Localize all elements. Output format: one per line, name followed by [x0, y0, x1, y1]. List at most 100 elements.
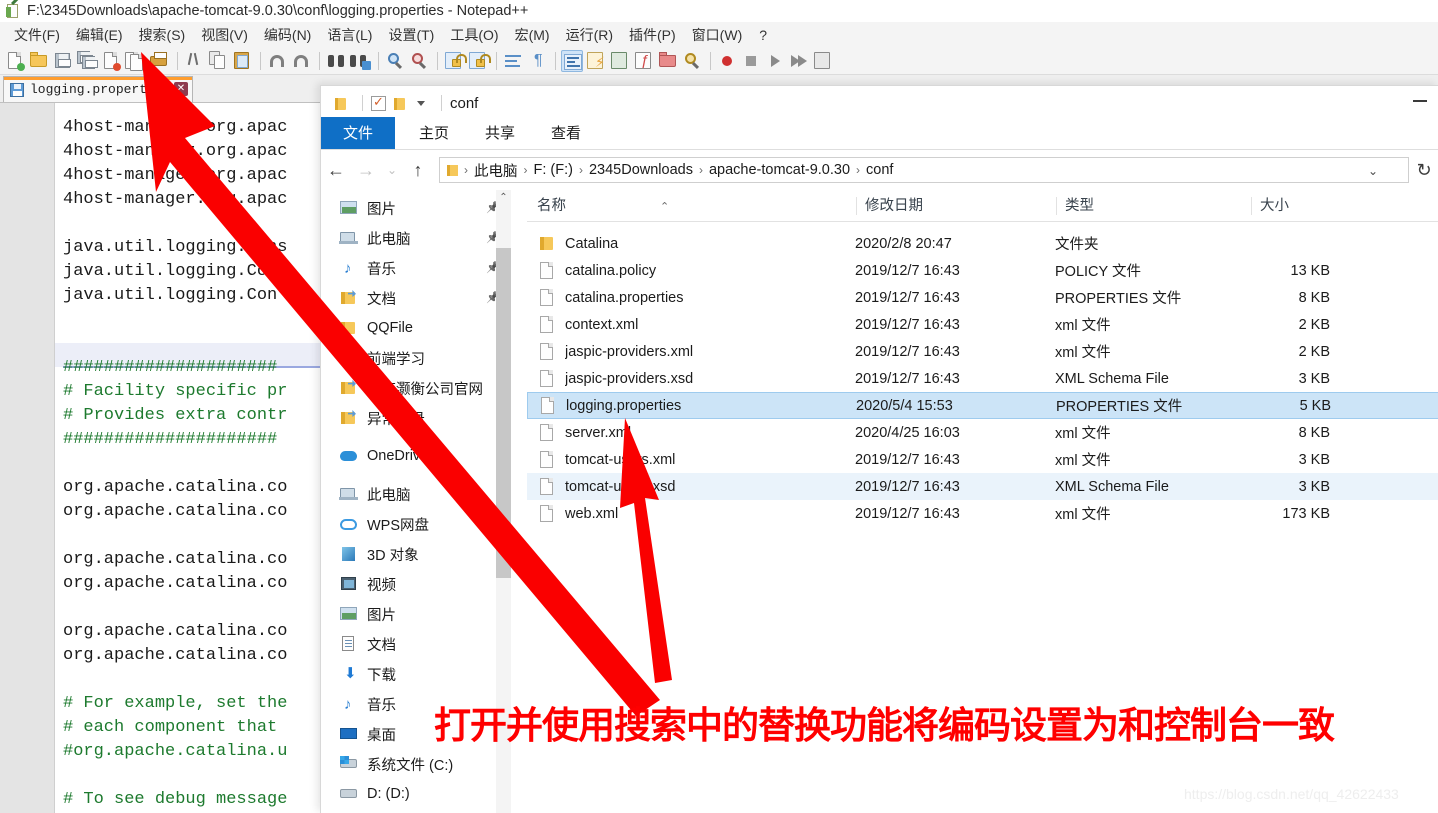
code-line[interactable]: org.apache.catalina.co	[63, 572, 287, 596]
code-line[interactable]: 4host-manager.org.apac	[63, 164, 287, 188]
sync-scroll-horizontal-icon[interactable]	[467, 50, 489, 72]
back-button[interactable]: ←	[321, 155, 351, 185]
checkbox-icon[interactable]	[371, 96, 386, 111]
ribbon-tab-home[interactable]: 主页	[401, 118, 467, 149]
sidebar-item-15[interactable]: ⬇下载	[321, 659, 511, 689]
show-all-chars-icon[interactable]	[561, 50, 583, 72]
folder-icon[interactable]	[333, 96, 348, 111]
breadcrumb-2345downloads[interactable]: 2345Downloads	[585, 162, 697, 178]
column-header-name[interactable]: 名称 ⌃	[527, 190, 857, 222]
close-file-icon[interactable]	[100, 50, 122, 72]
menu-tools[interactable]: 工具(O)	[442, 23, 506, 47]
show-pilcrow-icon[interactable]: ¶	[526, 50, 548, 72]
document-map-icon[interactable]	[609, 50, 631, 72]
menu-language[interactable]: 语言(L)	[319, 23, 380, 47]
menu-encoding[interactable]: 编码(N)	[256, 23, 319, 47]
menu-settings[interactable]: 设置(T)	[380, 23, 442, 47]
breadcrumb-drive-f[interactable]: F: (F:)	[530, 162, 577, 178]
code-line[interactable]: # Provides extra contr	[63, 404, 287, 428]
macro-stop-icon[interactable]	[740, 50, 762, 72]
user-defined-language-icon[interactable]: ⚡	[585, 50, 607, 72]
sync-scroll-vertical-icon[interactable]	[443, 50, 465, 72]
sidebar-item-0[interactable]: 图片📌	[321, 193, 511, 223]
code-line[interactable]: # For example, set the	[63, 692, 287, 716]
code-line[interactable]: org.apache.catalina.co	[63, 548, 287, 572]
menu-plugins[interactable]: 插件(P)	[621, 23, 684, 47]
recent-locations-button[interactable]: ⌄	[381, 155, 403, 185]
chevron-down-icon[interactable]	[417, 101, 425, 106]
table-row[interactable]: catalina.policy2019/12/7 16:43POLICY 文件1…	[527, 257, 1438, 284]
cut-icon[interactable]	[183, 50, 205, 72]
paste-icon[interactable]	[231, 50, 253, 72]
table-row[interactable]: context.xml2019/12/7 16:43xml 文件2 KB	[527, 311, 1438, 338]
column-header-date[interactable]: 修改日期	[857, 190, 1057, 222]
monitoring-icon[interactable]	[681, 50, 703, 72]
document-tab-logging-properties[interactable]: logging.propertie ✕	[3, 76, 193, 102]
breadcrumb-apache-tomcat[interactable]: apache-tomcat-9.0.30	[705, 162, 854, 178]
breadcrumb-conf[interactable]: conf	[862, 162, 897, 178]
code-line[interactable]: 4host-manager.org.apac	[63, 140, 287, 164]
code-line[interactable]: java.util.logging.Cons	[63, 236, 287, 260]
address-input[interactable]: › 此电脑 › F: (F:) › 2345Downloads › apache…	[439, 157, 1409, 183]
macro-save-icon[interactable]	[812, 50, 834, 72]
new-file-icon[interactable]	[4, 50, 26, 72]
menu-file[interactable]: 文件(F)	[6, 23, 68, 47]
close-all-icon[interactable]	[124, 50, 146, 72]
code-line[interactable]: # To see debug message	[63, 788, 287, 812]
scrollbar-thumb[interactable]	[496, 248, 511, 578]
refresh-icon[interactable]: ↻	[1409, 155, 1438, 185]
word-wrap-icon[interactable]	[502, 50, 524, 72]
zoom-in-icon[interactable]	[384, 50, 406, 72]
up-button[interactable]: ↑	[403, 155, 433, 185]
zoom-out-icon[interactable]	[408, 50, 430, 72]
menu-macro[interactable]: 宏(M)	[507, 23, 558, 47]
breadcrumb-this-pc[interactable]: 此电脑	[470, 160, 522, 181]
code-line[interactable]: org.apache.catalina.co	[63, 476, 287, 500]
sidebar-item-13[interactable]: 图片	[321, 599, 511, 629]
table-row[interactable]: jaspic-providers.xsd2019/12/7 16:43XML S…	[527, 365, 1438, 392]
sidebar-item-9[interactable]: 此电脑	[321, 479, 511, 509]
copy-icon[interactable]	[207, 50, 229, 72]
scroll-up-icon[interactable]: ⌃	[496, 190, 511, 206]
sidebar-item-14[interactable]: 文档	[321, 629, 511, 659]
sidebar-item-10[interactable]: WPS网盘	[321, 509, 511, 539]
code-line[interactable]: # Facility specific pr	[63, 380, 287, 404]
code-line[interactable]: java.util.logging.Con	[63, 284, 277, 308]
sidebar-item-1[interactable]: 此电脑📌	[321, 223, 511, 253]
table-row[interactable]: catalina.properties2019/12/7 16:43PROPER…	[527, 284, 1438, 311]
sidebar-item-4[interactable]: QQFile	[321, 313, 511, 343]
sidebar-item-19[interactable]: D: (D:)	[321, 779, 511, 809]
code-line[interactable]: #####################	[63, 356, 277, 380]
minimize-button[interactable]	[1413, 100, 1427, 102]
table-row[interactable]: Catalina2020/2/8 20:47文件夹	[527, 230, 1438, 257]
code-line[interactable]: #org.apache.catalina.u	[63, 740, 287, 764]
menu-view[interactable]: 视图(V)	[193, 23, 256, 47]
code-line[interactable]: java.util.logging.Cons	[63, 260, 287, 284]
code-line[interactable]: 4host-manager.org.apac	[63, 116, 287, 140]
folder-icon[interactable]	[392, 96, 407, 111]
menu-help[interactable]: ?	[750, 25, 776, 45]
undo-icon[interactable]	[266, 50, 288, 72]
code-line[interactable]: org.apache.catalina.co	[63, 500, 287, 524]
table-row[interactable]: web.xml2019/12/7 16:43xml 文件173 KB	[527, 500, 1438, 527]
column-header-size[interactable]: 大小	[1252, 190, 1372, 222]
sidebar-item-3[interactable]: 文档📌	[321, 283, 511, 313]
sidebar-item-11[interactable]: 3D 对象	[321, 539, 511, 569]
redo-icon[interactable]	[290, 50, 312, 72]
save-icon[interactable]	[52, 50, 74, 72]
macro-record-icon[interactable]	[716, 50, 738, 72]
table-row[interactable]: logging.properties2020/5/4 15:53PROPERTI…	[527, 392, 1438, 419]
code-line[interactable]: org.apache.catalina.co	[63, 620, 287, 644]
menu-window[interactable]: 窗口(W)	[684, 23, 751, 47]
menu-run[interactable]: 运行(R)	[558, 23, 621, 47]
sidebar-item-7[interactable]: 异常记录	[321, 403, 511, 433]
sidebar-item-5[interactable]: 前端学习	[321, 343, 511, 373]
find-icon[interactable]	[325, 50, 347, 72]
sidebar-item-6[interactable]: 上海灏衡公司官网	[321, 373, 511, 403]
code-line[interactable]: # each component that	[63, 716, 277, 740]
ribbon-tab-file[interactable]: 文件	[321, 117, 395, 149]
save-all-icon[interactable]	[76, 50, 98, 72]
code-line[interactable]: org.apache.catalina.co	[63, 644, 287, 668]
table-row[interactable]: tomcat-users.xsd2019/12/7 16:43XML Schem…	[527, 473, 1438, 500]
sidebar-item-2[interactable]: ♪音乐📌	[321, 253, 511, 283]
